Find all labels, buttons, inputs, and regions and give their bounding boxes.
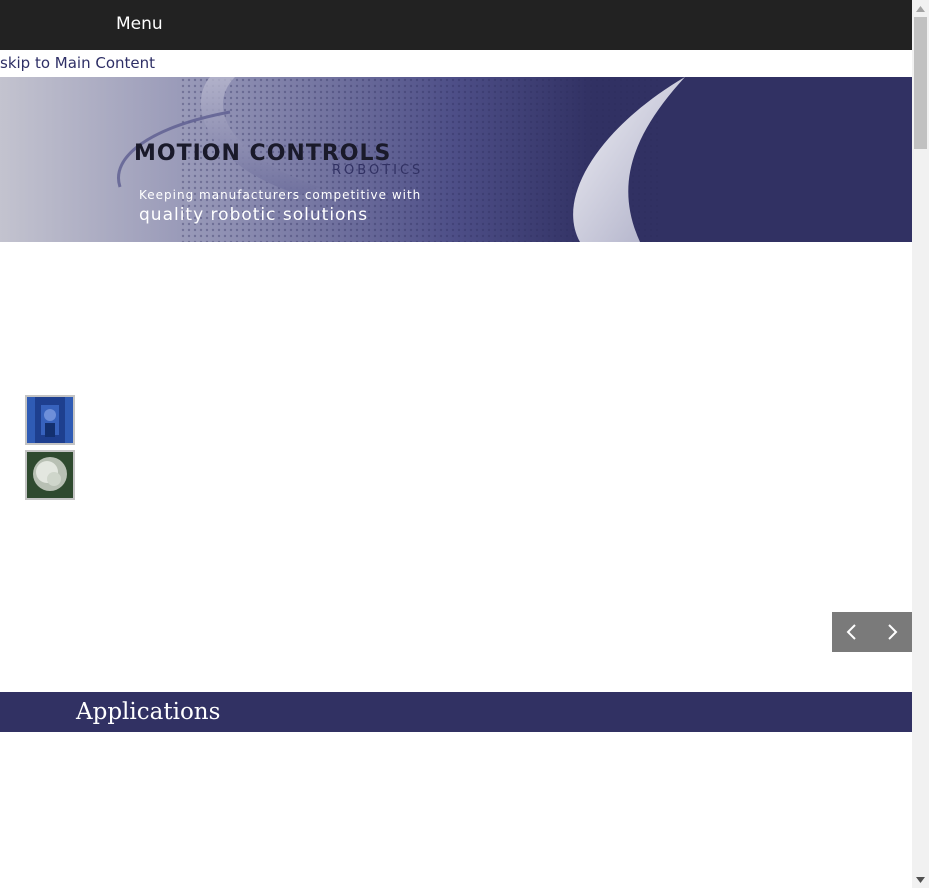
robot-cell-thumbnail-icon bbox=[27, 397, 73, 443]
tagline-line-1: Keeping manufacturers competitive with bbox=[139, 188, 421, 202]
tagline-line-2: quality robotic solutions bbox=[139, 205, 368, 225]
slider-next-button[interactable] bbox=[872, 612, 912, 652]
brand-sub: ROBOTICS bbox=[332, 163, 423, 178]
scroll-down-button[interactable] bbox=[912, 871, 929, 888]
menu-button[interactable]: Menu bbox=[116, 13, 163, 35]
scroll-up-button[interactable] bbox=[912, 0, 929, 17]
slider-controls bbox=[832, 612, 912, 652]
header-banner[interactable]: MOTION CONTROLS ROBOTICS Keeping manufac… bbox=[0, 77, 912, 242]
scrollbar-thumb[interactable] bbox=[914, 17, 927, 149]
section-title: Applications bbox=[76, 699, 221, 725]
applications-section-header: Applications bbox=[0, 692, 912, 732]
chevron-right-icon bbox=[888, 624, 898, 640]
top-nav-bar: Menu bbox=[0, 0, 912, 50]
scroll-up-arrow-icon bbox=[916, 5, 925, 12]
vertical-scrollbar[interactable] bbox=[912, 0, 929, 888]
chevron-left-icon bbox=[846, 624, 856, 640]
skip-to-main-link[interactable]: skip to Main Content bbox=[0, 54, 155, 72]
slider-thumbnail-2[interactable] bbox=[25, 450, 75, 500]
slider-prev-button[interactable] bbox=[832, 612, 872, 652]
slider-thumbnail-1[interactable] bbox=[25, 395, 75, 445]
scroll-down-arrow-icon bbox=[916, 876, 925, 883]
banner-logo: MOTION CONTROLS ROBOTICS Keeping manufac… bbox=[134, 141, 423, 225]
page: Menu skip to Main Content MOTION CONTROL… bbox=[0, 0, 912, 888]
material-closeup-thumbnail-icon bbox=[27, 452, 73, 498]
